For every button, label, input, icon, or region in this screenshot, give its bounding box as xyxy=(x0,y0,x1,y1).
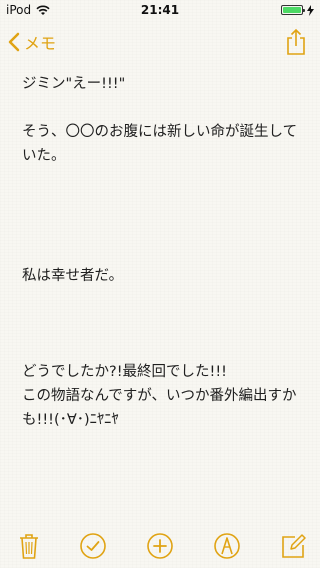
markup-icon xyxy=(214,533,240,559)
bottom-toolbar xyxy=(0,524,320,568)
checklist-button[interactable] xyxy=(79,532,107,560)
share-button[interactable] xyxy=(284,28,308,56)
chevron-left-icon xyxy=(8,32,20,52)
compose-icon xyxy=(282,534,306,558)
navigation-bar: メモ xyxy=(0,20,320,64)
add-button[interactable] xyxy=(146,532,174,560)
share-icon xyxy=(287,28,305,55)
checklist-icon xyxy=(80,533,106,559)
note-text[interactable]: ジミン"えー!!!" そう、〇〇のお腹には新しい命が誕生していた。 私は幸せ者だ… xyxy=(22,72,302,432)
battery-icon xyxy=(281,5,305,15)
back-button-label: メモ xyxy=(24,34,57,53)
compose-button[interactable] xyxy=(279,532,307,560)
markup-button[interactable] xyxy=(213,532,241,560)
add-icon xyxy=(147,533,173,559)
battery-level xyxy=(283,7,301,13)
back-button[interactable]: メモ xyxy=(8,30,56,54)
status-bar: iPod 21:41 xyxy=(0,0,320,20)
status-time: 21:41 xyxy=(140,3,180,17)
delete-button[interactable] xyxy=(15,532,43,560)
trash-icon xyxy=(20,534,38,559)
